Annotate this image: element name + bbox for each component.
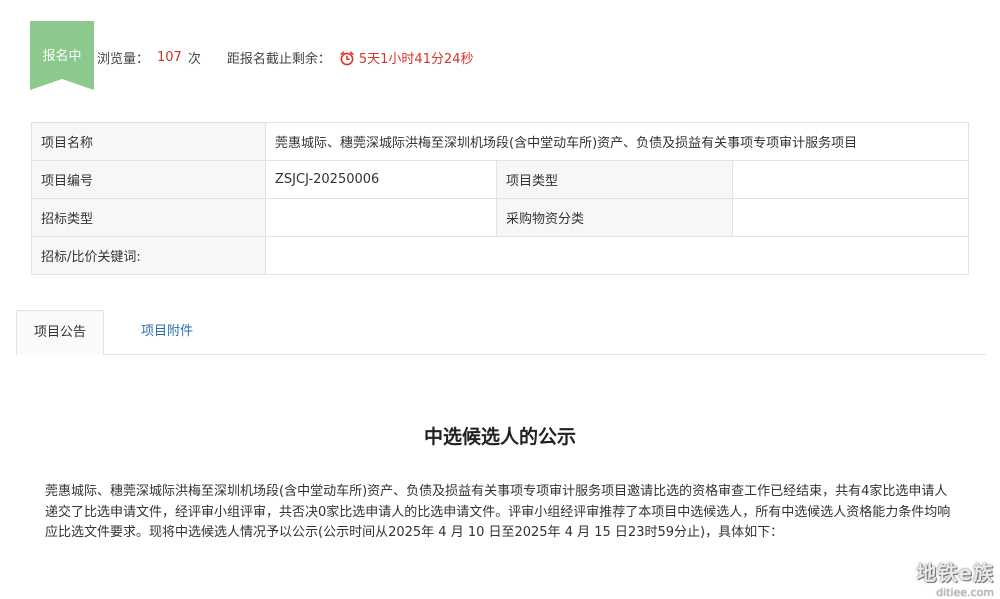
- views-count: 107: [157, 50, 182, 65]
- material-category-value: [732, 198, 969, 237]
- views-label: 浏览量：: [97, 52, 150, 67]
- views-unit: 次: [187, 52, 201, 67]
- keywords-value: [265, 236, 969, 275]
- notice-body-text: 莞惠城际、穗莞深城际洪梅至深圳机场段(含中堂动车所)资产、负债及损益有关事项专项…: [45, 484, 951, 540]
- tender-type-value: [265, 198, 497, 237]
- table-row: 招标类型 采购物资分类: [31, 198, 969, 237]
- tab-project-announcement[interactable]: 项目公告: [16, 310, 104, 355]
- status-ribbon-badge: 报名中: [30, 21, 94, 90]
- project-name-label: 项目名称: [31, 122, 266, 161]
- status-badge-label: 报名中: [42, 49, 82, 64]
- table-row: 招标/比价关键词:: [31, 236, 969, 275]
- material-category-label: 采购物资分类: [496, 198, 733, 237]
- project-type-value: [732, 160, 969, 199]
- watermark-url: ditiee.com: [936, 586, 994, 599]
- project-number-value: ZSJCJ-20250006: [265, 160, 497, 199]
- project-stats-bar: 浏览量： 107 次 距报名截止剩余： 5天1小时41分24秒: [97, 48, 474, 67]
- table-row: 项目编号 ZSJCJ-20250006 项目类型: [31, 160, 969, 199]
- site-watermark: 地铁e族 ditiee.com: [916, 557, 994, 599]
- watermark-logo-text: 地铁e族: [916, 561, 994, 585]
- tender-type-label: 招标类型: [31, 198, 266, 237]
- table-row: 项目名称 莞惠城际、穗莞深城际洪梅至深圳机场段(含中堂动车所)资产、负债及损益有…: [31, 122, 969, 161]
- project-type-label: 项目类型: [496, 160, 733, 199]
- project-number-label: 项目编号: [31, 160, 266, 199]
- content-tabs: 项目公告 项目附件: [16, 310, 986, 355]
- deadline-label: 距报名截止剩余：: [226, 52, 331, 67]
- keywords-label: 招标/比价关键词:: [31, 236, 266, 275]
- alarm-clock-icon: [340, 50, 354, 65]
- deadline-countdown: 5天1小时41分24秒: [358, 52, 474, 67]
- project-info-table: 项目名称 莞惠城际、穗莞深城际洪梅至深圳机场段(含中堂动车所)资产、负债及损益有…: [31, 122, 969, 275]
- notice-title: 中选候选人的公示: [423, 426, 576, 448]
- project-name-value: 莞惠城际、穗莞深城际洪梅至深圳机场段(含中堂动车所)资产、负债及损益有关事项专项…: [265, 122, 969, 161]
- tab-project-attachments[interactable]: 项目附件: [112, 310, 222, 354]
